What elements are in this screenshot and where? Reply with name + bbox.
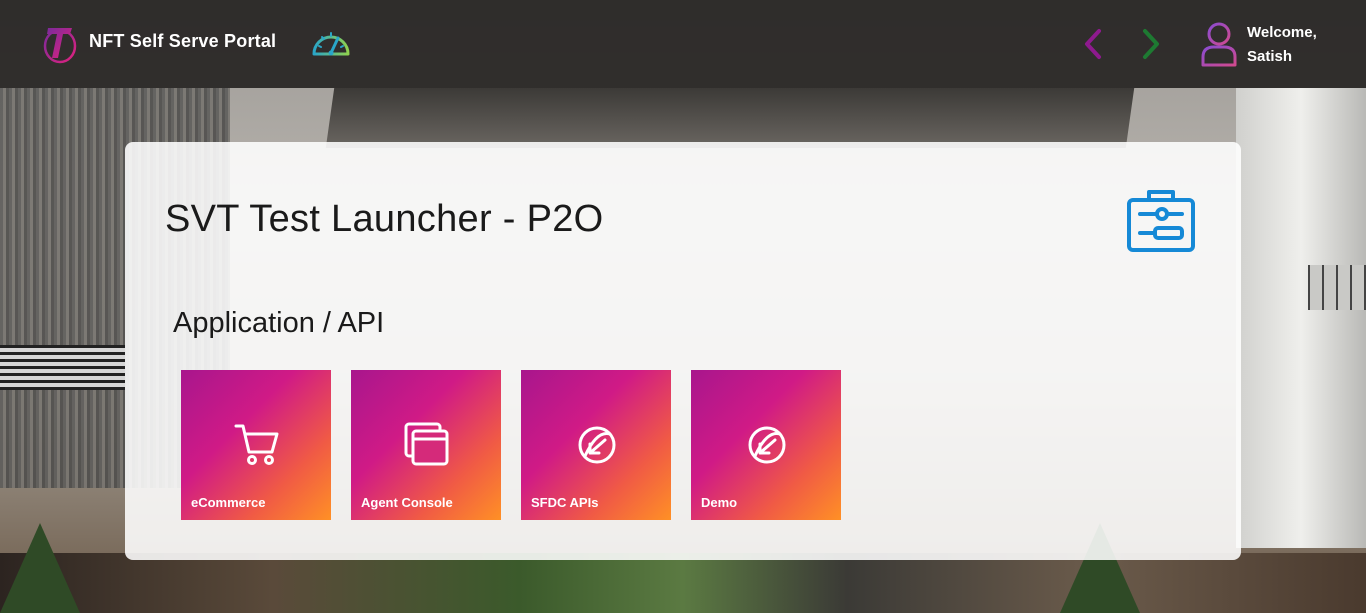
welcome-greeting: Welcome,	[1247, 24, 1317, 41]
back-arrow-icon[interactable]	[1078, 27, 1108, 61]
tile-label: Demo	[701, 495, 738, 510]
welcome-username: Satish	[1247, 48, 1293, 65]
forward-arrow-icon[interactable]	[1136, 27, 1166, 61]
tile-label: Agent Console	[361, 495, 453, 510]
launcher-card: SVT Test Launcher - P2O Application / AP…	[125, 142, 1241, 560]
tile-sfdc-apis[interactable]: SFDC APIs	[521, 370, 671, 520]
telstra-logo-icon[interactable]	[42, 22, 78, 64]
welcome-message: Welcome, Satish	[1247, 21, 1317, 69]
page-title: SVT Test Launcher - P2O	[165, 198, 604, 240]
speedometer-icon[interactable]	[310, 26, 352, 60]
shopping-cart-icon	[234, 424, 279, 465]
section-title: Application / API	[173, 307, 385, 339]
tile-grid: eCommerce Agent Console SFDC APIs Demo	[181, 370, 841, 520]
globe-arrow-icon	[578, 426, 616, 464]
toolbox-settings-icon	[1127, 190, 1195, 252]
user-avatar-icon[interactable]	[1200, 21, 1238, 67]
tile-demo[interactable]: Demo	[691, 370, 841, 520]
browser-windows-icon	[404, 422, 449, 466]
top-bar: NFT Self Serve Portal Welcome, Satish	[0, 0, 1366, 88]
tile-label: eCommerce	[191, 495, 266, 510]
tile-agent-console[interactable]: Agent Console	[351, 370, 501, 520]
tile-label: SFDC APIs	[531, 495, 599, 510]
tile-ecommerce[interactable]: eCommerce	[181, 370, 331, 520]
portal-title: NFT Self Serve Portal	[89, 31, 277, 51]
globe-arrow-icon	[748, 426, 786, 464]
